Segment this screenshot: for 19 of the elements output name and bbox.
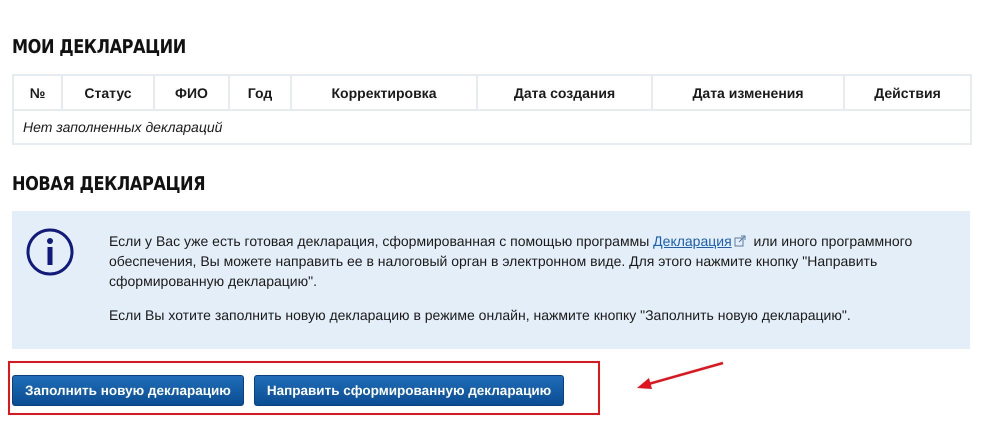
declaration-link[interactable]: Декларация	[653, 233, 732, 249]
action-button[interactable]: Направить сформированную декларацию	[254, 375, 564, 406]
section-heading: МОИ ДЕКЛАРАЦИИ	[12, 36, 186, 58]
arrow-icon	[635, 361, 725, 391]
column-header: №	[13, 75, 62, 110]
column-header: Год	[229, 75, 291, 110]
column-header: Статус	[62, 75, 154, 110]
info-icon	[25, 227, 75, 277]
external-link-icon	[734, 235, 746, 247]
column-header: ФИО	[154, 75, 229, 110]
info-paragraph: Если Вы хотите заполнить новую декларацию в режиме онлайн, нажмите кнопку "Заполнить новую декларацию".	[109, 306, 852, 325]
empty-message: Нет заполненных деклараций	[13, 110, 971, 144]
info-paragraph: Если у Вас уже есть готовая декларация, сформированная с помощью программы Декларация или иного программного обеспечения, Вы можете направить ее в налоговый орган в электронном виде. Для этого нажмите кнопку "Направить сформированную декларацию".	[109, 232, 914, 291]
section-heading: НОВАЯ ДЕКЛАРАЦИЯ	[12, 173, 206, 195]
column-header: Дата изменения	[652, 75, 844, 110]
column-header: Дата создания	[477, 75, 652, 110]
column-header: Корректировка	[291, 75, 477, 110]
action-button[interactable]: Заполнить новую декларацию	[12, 375, 244, 406]
column-header: Действия	[844, 75, 971, 110]
